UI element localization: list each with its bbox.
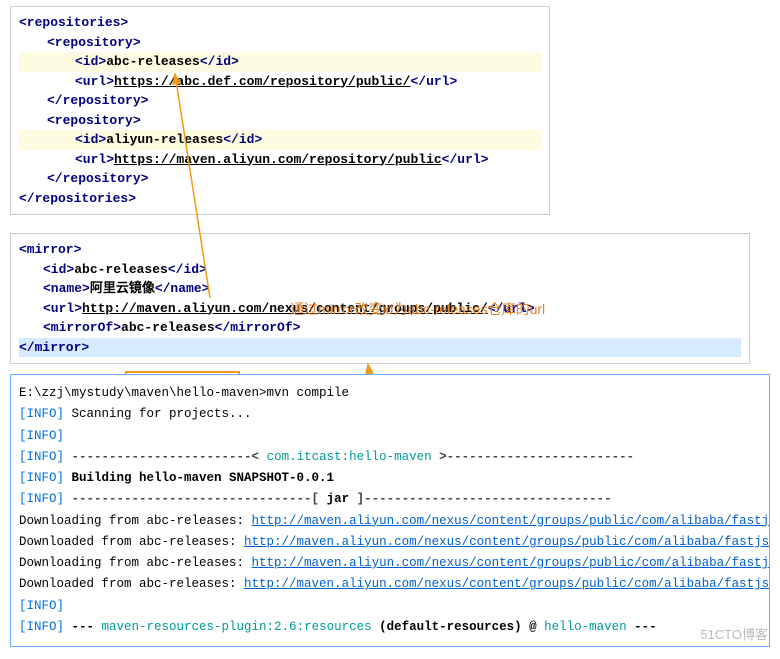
download-link[interactable]: http://maven.aliyun.com/nexus/content/gr… xyxy=(252,514,770,528)
line: <id>aliyun-releases</id> xyxy=(19,130,541,150)
download-link[interactable]: http://maven.aliyun.com/nexus/content/gr… xyxy=(252,556,770,570)
console-line: Downloaded from abc-releases: http://mav… xyxy=(19,532,761,553)
console-line: [INFO] ------------------------< com.itc… xyxy=(19,447,761,468)
repositories-xml-box: <repositories> <repository> <id>abc-rele… xyxy=(10,6,550,215)
console-line: [INFO] xyxy=(19,426,761,447)
download-link[interactable]: http://maven.aliyun.com/nexus/content/gr… xyxy=(244,577,770,591)
line: <id>abc-releases</id> xyxy=(19,52,541,72)
line: </repository> xyxy=(19,169,541,189)
console-line: [INFO] Building hello-maven SNAPSHOT-0.0… xyxy=(19,468,761,489)
line: </mirror> xyxy=(19,338,741,358)
line: <url>https://abc.def.com/repository/publ… xyxy=(19,72,541,92)
line: <repositories> xyxy=(19,13,541,33)
watermark: 51CTO博客 xyxy=(700,624,768,643)
console-line: [INFO] Scanning for projects... xyxy=(19,404,761,425)
console-line: Downloading from abc-releases: http://ma… xyxy=(19,553,761,574)
line: <mirror> xyxy=(19,240,741,260)
console-line: [INFO] --------------------------------[… xyxy=(19,489,761,510)
line: </repository> xyxy=(19,91,541,111)
line: <repository> xyxy=(19,111,541,131)
line: <name>阿里云镜像</name> xyxy=(19,279,741,299)
console-line: E:\zzj\mystudy\maven\hello-maven>mvn com… xyxy=(19,383,761,404)
download-link[interactable]: http://maven.aliyun.com/nexus/content/gr… xyxy=(244,535,770,549)
console-line: Downloading from abc-releases: http://ma… xyxy=(19,511,761,532)
line: <repository> xyxy=(19,33,541,53)
console-line: [INFO] xyxy=(19,596,761,617)
console-output-box: E:\zzj\mystudy\maven\hello-maven>mvn com… xyxy=(10,374,770,647)
line: <id>abc-releases</id> xyxy=(19,260,741,280)
line: </repositories> xyxy=(19,189,541,209)
annotation-text: 通过mirror改变id为abc-releases仓库的url xyxy=(290,299,545,319)
console-line: [INFO] --- maven-resources-plugin:2.6:re… xyxy=(19,617,761,638)
line: <url>https://maven.aliyun.com/repository… xyxy=(19,150,541,170)
console-line: Downloaded from abc-releases: http://mav… xyxy=(19,574,761,595)
line: <mirrorOf>abc-releases</mirrorOf> xyxy=(19,318,741,338)
